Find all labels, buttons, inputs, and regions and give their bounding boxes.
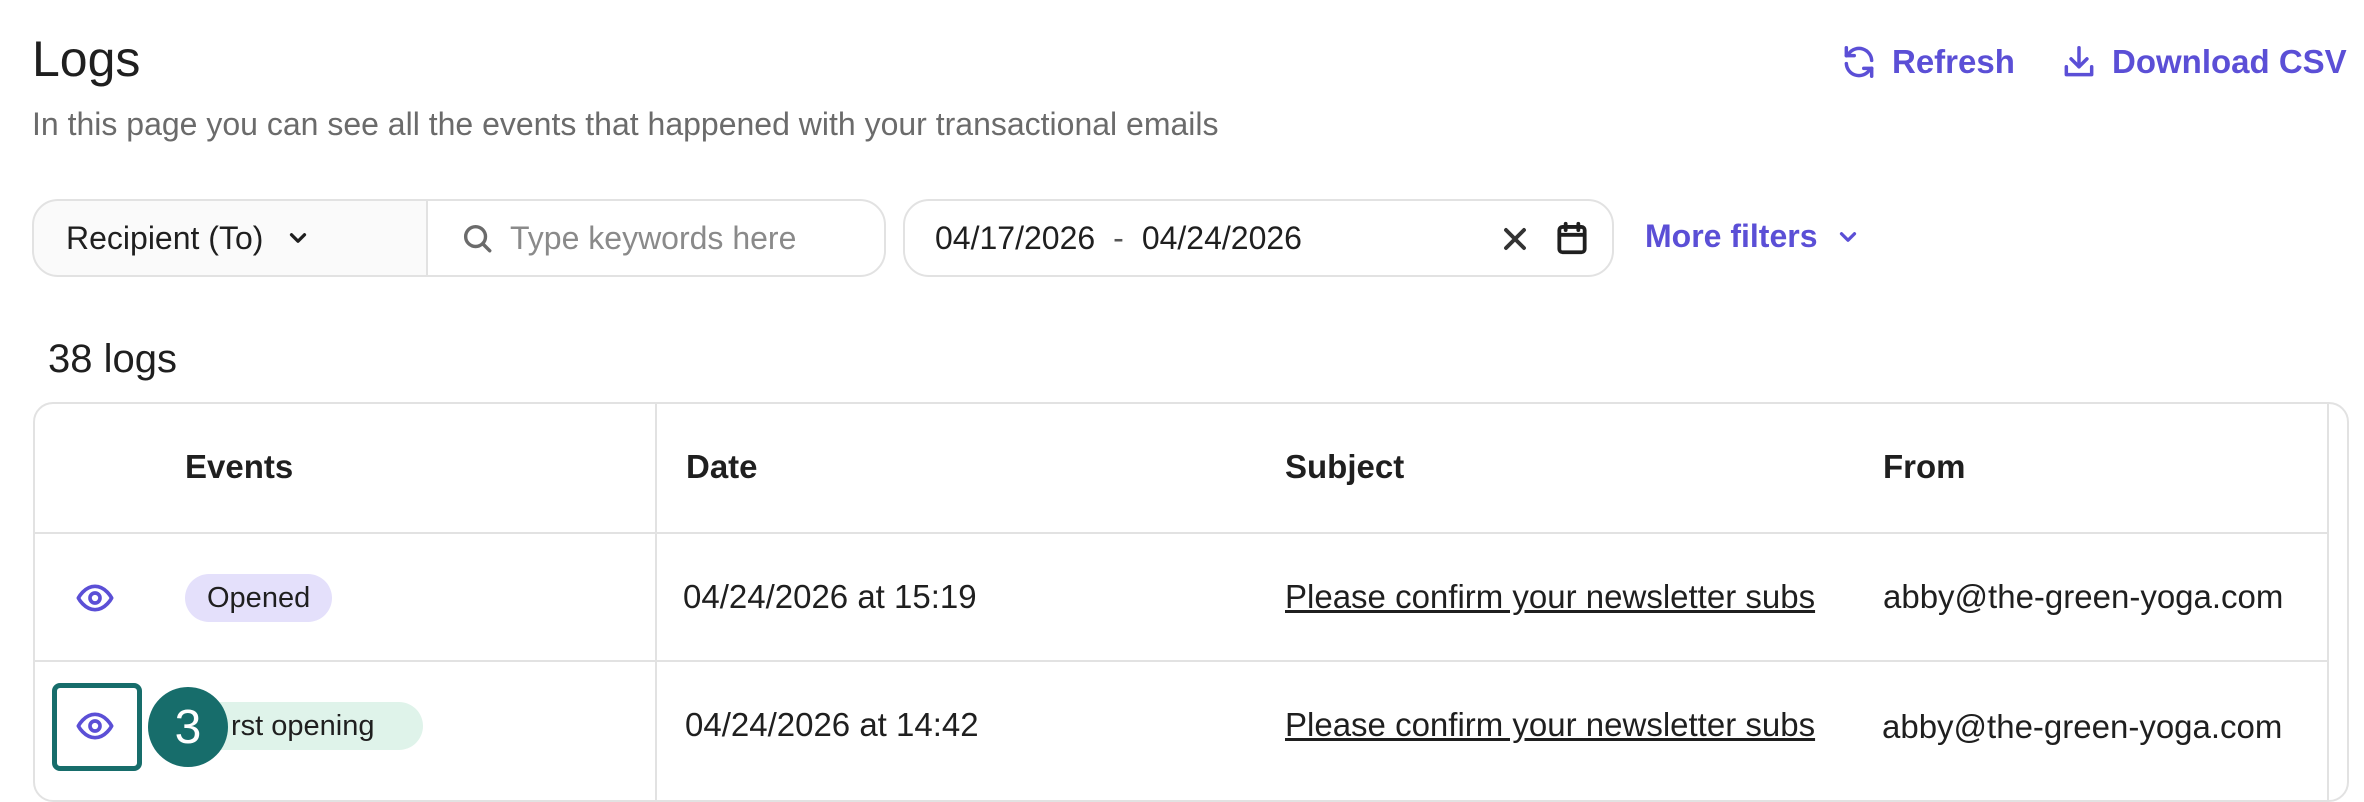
row-divider — [35, 660, 2327, 662]
page-subtitle: In this page you can see all the events … — [32, 106, 1219, 142]
column-header-subject[interactable]: Subject — [1285, 448, 1404, 486]
download-csv-button[interactable]: Download CSV — [2060, 43, 2347, 81]
date-separator: - — [1113, 219, 1124, 256]
highlight-box — [52, 683, 142, 771]
chevron-down-icon — [290, 233, 307, 243]
row-date: 04/24/2026 at 15:19 — [683, 578, 977, 615]
logs-table: Events Date Subject From Opened 04/24/20… — [33, 402, 2349, 802]
date-range-picker[interactable]: 04/17/2026 - 04/24/2026 — [903, 199, 1614, 277]
refresh-label: Refresh — [1892, 43, 2015, 80]
event-badge-opened: Opened — [185, 574, 333, 622]
date-from: 04/17/2026 — [935, 219, 1096, 256]
recipient-filter-label: Recipient (To) — [66, 219, 264, 256]
column-header-from[interactable]: From — [1883, 448, 1966, 486]
keyword-search-input[interactable]: Type keywords here — [426, 199, 886, 277]
refresh-button[interactable]: Refresh — [1840, 43, 2015, 81]
close-icon[interactable] — [1497, 221, 1533, 257]
chevron-down-icon — [1840, 231, 1857, 242]
column-divider — [2327, 404, 2329, 800]
column-divider — [655, 404, 657, 800]
more-filters-label: More filters — [1645, 218, 1818, 254]
download-csv-label: Download CSV — [2112, 43, 2347, 80]
step-marker: 3 — [148, 687, 228, 767]
row-divider — [35, 532, 2327, 534]
row-subject-link[interactable]: Please confirm your newsletter subs — [1285, 706, 1821, 744]
row-from: abby@the-green-yoga.com — [1883, 578, 2284, 615]
more-filters-button[interactable]: More filters — [1645, 218, 1861, 255]
search-icon — [463, 224, 492, 253]
eye-icon[interactable] — [75, 578, 115, 618]
column-header-date[interactable]: Date — [686, 448, 758, 486]
download-icon — [2064, 46, 2094, 77]
recipient-filter-select[interactable]: Recipient (To) — [32, 199, 428, 277]
row-date: 04/24/2026 at 14:42 — [685, 706, 979, 743]
search-placeholder: Type keywords here — [510, 219, 797, 256]
row-from: abby@the-green-yoga.com — [1882, 708, 2283, 745]
date-to: 04/24/2026 — [1141, 219, 1302, 256]
refresh-icon — [1844, 46, 1874, 78]
column-header-events[interactable]: Events — [185, 448, 293, 486]
row-subject-link[interactable]: Please confirm your newsletter subs — [1285, 578, 1821, 616]
logs-count: 38 logs — [48, 337, 177, 381]
page-title: Logs — [32, 31, 141, 87]
calendar-icon[interactable] — [1553, 219, 1591, 257]
